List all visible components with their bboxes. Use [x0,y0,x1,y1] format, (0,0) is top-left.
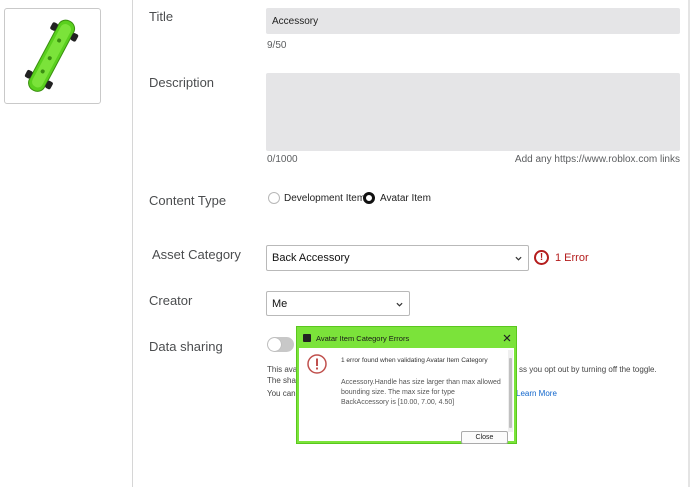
data-sharing-text-2: The sha [267,376,296,385]
dialog-title: Avatar Item Category Errors [316,334,410,343]
asset-category-value: Back Accessory [272,252,350,264]
creator-select[interactable]: Me [266,291,410,316]
asset-category-error-text[interactable]: 1 Error [555,252,589,264]
dialog-scrollbar-thumb[interactable] [509,358,512,428]
dialog-title-bar[interactable]: Avatar Item Category Errors [299,329,514,348]
panel-divider [132,0,133,487]
description-char-count: 0/1000 [267,154,298,165]
chevron-down-icon [515,256,522,261]
dialog-scrollbar[interactable] [508,350,513,432]
creator-label: Creator [149,293,193,308]
dialog-close-button[interactable]: Close [461,431,508,444]
radio-avatar-item-label[interactable]: Avatar Item [380,193,431,204]
error-icon: ! [534,250,549,265]
dialog-message-line-1: Accessory.Handle has size larger than ma… [341,379,501,386]
description-label: Description [149,75,215,90]
item-thumbnail [4,8,101,104]
data-sharing-text-3: You can [267,389,296,398]
learn-more-link[interactable]: Learn More [516,389,557,398]
description-hint: Add any https://www.roblox.com links [514,154,680,165]
title-input-value: Accessory [272,16,319,27]
content-type-label: Content Type [149,193,227,208]
toggle-knob [268,338,281,351]
data-sharing-text-1: This ava [267,365,298,374]
asset-category-label: Asset Category [152,247,241,262]
warning-icon [307,354,327,374]
chevron-down-icon [396,302,403,307]
title-input[interactable]: Accessory [266,8,680,34]
data-sharing-label: Data sharing [149,339,223,354]
dialog-header-line: 1 error found when validating Avatar Ite… [341,357,488,364]
creator-value: Me [272,297,288,310]
roblox-studio-icon [303,334,311,342]
skateboard-icon [24,19,79,92]
title-char-count: 9/50 [267,40,287,51]
radio-development-item[interactable] [268,192,280,204]
dialog-message-line-2: bounding size. The max size for type [341,389,455,396]
asset-category-select[interactable]: Back Accessory [266,245,529,271]
description-input[interactable] [266,73,680,151]
data-sharing-text-1-end: ss you opt out by turning off the toggle… [519,365,657,374]
title-label: Title [149,9,174,24]
close-icon[interactable] [503,334,511,342]
radio-development-item-label[interactable]: Development Item [284,193,365,204]
radio-avatar-item[interactable] [363,192,375,204]
data-sharing-toggle[interactable] [267,337,294,352]
error-dialog: Avatar Item Category Errors 1 error foun… [297,327,516,444]
dialog-message-line-3: BackAccessory is [10.00, 7.00, 4.50] [341,399,455,406]
